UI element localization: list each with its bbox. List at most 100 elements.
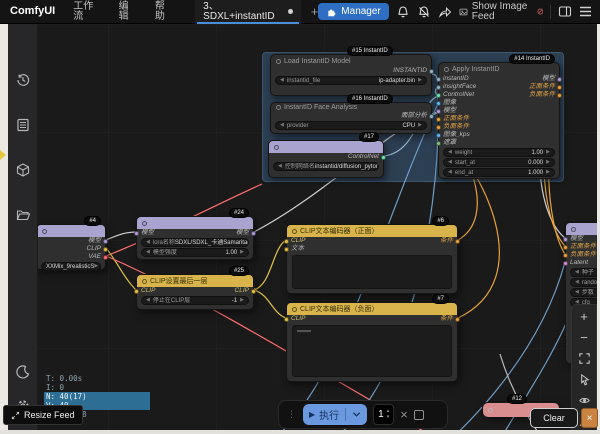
widget-decrement-icon[interactable]: ◀ xyxy=(146,250,150,255)
output-slot[interactable]: 正面条件 xyxy=(529,84,555,91)
node-title[interactable]: CLIP设置最后一层 xyxy=(137,275,253,287)
input-slot[interactable]: 遮罩 xyxy=(443,140,456,147)
collapse-dot-icon[interactable] xyxy=(444,67,449,72)
input-slot[interactable]: 模型 xyxy=(570,236,583,243)
slot-dot[interactable] xyxy=(429,114,434,119)
output-slot[interactable]: 模型 xyxy=(88,238,101,245)
slot-dot[interactable] xyxy=(436,117,441,122)
output-slot[interactable]: ControlNet xyxy=(348,154,379,161)
widget-decrement-icon[interactable]: ◀ xyxy=(146,240,150,245)
toggle-panel-button[interactable] xyxy=(558,5,572,18)
weight-widget[interactable]: ◀weight1.00▶ xyxy=(443,148,555,157)
input-slot[interactable]: CLIP xyxy=(141,288,155,295)
input-slot[interactable]: 负面条件 xyxy=(570,252,596,259)
slot-dot[interactable] xyxy=(436,93,441,98)
input-slot[interactable]: 负面条件 xyxy=(443,124,469,131)
collapse-dot-icon[interactable] xyxy=(488,408,493,413)
input-slot[interactable]: 图像_kps xyxy=(443,132,470,139)
slot-dot[interactable] xyxy=(134,231,139,236)
slot-dot[interactable] xyxy=(103,247,108,252)
slot-dot[interactable] xyxy=(436,125,441,130)
show-image-feed-toggle[interactable]: Show Image Feed xyxy=(459,2,543,22)
notification-mute-button[interactable] xyxy=(417,5,431,19)
output-slot[interactable]: VAE xyxy=(88,254,101,261)
input-slot[interactable]: Latent xyxy=(570,260,588,267)
collapse-dot-icon[interactable] xyxy=(292,229,297,234)
new-workflow-tab-button[interactable]: + xyxy=(311,5,319,18)
node-instantid-face-analysis[interactable]: #16 InstantID InstantID Face Analysis 面部… xyxy=(270,102,432,134)
output-slot[interactable]: 面部分析 xyxy=(401,113,427,120)
slot-dot[interactable] xyxy=(436,141,441,146)
workflow-tab[interactable]: 3、SDXL+instantID xyxy=(195,0,301,24)
output-slot[interactable]: CLIP xyxy=(235,288,249,295)
slot-dot[interactable] xyxy=(557,85,562,90)
widget-decrement-icon[interactable]: ◀ xyxy=(146,298,150,303)
widget-increment-icon[interactable]: ▶ xyxy=(240,250,244,255)
end-at-widget[interactable]: ◀end_at1.000▶ xyxy=(443,168,555,177)
node-title[interactable] xyxy=(269,141,383,153)
output-slot[interactable]: 条件 xyxy=(440,316,453,323)
widget-increment-icon[interactable]: ▶ xyxy=(418,78,422,83)
output-slot[interactable]: CLIP xyxy=(87,246,101,253)
theme-toggle-moon-icon[interactable] xyxy=(15,364,31,380)
slot-dot[interactable] xyxy=(103,255,108,260)
widget-decrement-icon[interactable]: ◀ xyxy=(575,290,579,295)
input-slot[interactable]: CLIP xyxy=(291,238,305,245)
slot-dot[interactable] xyxy=(455,239,460,244)
widget-decrement-icon[interactable]: ◀ xyxy=(575,270,579,275)
widget-increment-icon[interactable]: ▶ xyxy=(418,123,422,128)
widget-decrement-icon[interactable]: ◀ xyxy=(448,170,452,175)
widget-increment-icon[interactable]: ▶ xyxy=(240,298,244,303)
slot-dot[interactable] xyxy=(103,239,108,244)
widget-decrement-icon[interactable]: ◀ xyxy=(280,123,284,128)
cancel-queue-button[interactable]: × xyxy=(400,407,408,422)
input-slot[interactable]: 图像 xyxy=(443,100,456,107)
slot-dot[interactable] xyxy=(429,69,434,74)
slot-dot[interactable] xyxy=(436,101,441,106)
node-load-checkpoint[interactable]: #4 模型 CLIP VAE XXMix_9realisticS▶ xyxy=(36,224,106,270)
slot-dot[interactable] xyxy=(284,317,289,322)
node-load-instantid-model[interactable]: #15 InstantID Load InstantID Model INSTA… xyxy=(270,54,432,96)
collapse-dot-icon[interactable] xyxy=(274,145,279,150)
close-feed-button[interactable]: × xyxy=(581,408,598,428)
instantid-file-widget[interactable]: ◀instantid_fileip-adapter.bin▶ xyxy=(275,76,427,85)
drag-handle-icon[interactable]: ⋮ xyxy=(287,410,297,419)
slot-dot[interactable] xyxy=(563,245,568,250)
collapse-dot-icon[interactable] xyxy=(292,307,297,312)
widget-decrement-icon[interactable]: ◀ xyxy=(575,280,579,285)
node-title[interactable]: CLIP文本编码器（负面） xyxy=(287,303,457,315)
input-slot[interactable]: 文本 xyxy=(291,246,304,253)
output-slot[interactable]: 条件 xyxy=(440,238,453,245)
output-slot[interactable]: 模型 xyxy=(236,230,249,237)
lora-strength-widget[interactable]: ◀模型强度1.00▶ xyxy=(141,248,249,257)
slot-dot[interactable] xyxy=(436,133,441,138)
node-clip-text-encode-positive[interactable]: #6 CLIP文本编码器（正面） CLIP 条件 文本 xyxy=(286,224,458,294)
batch-count-stepper[interactable]: 1 ▴▾ xyxy=(373,404,394,425)
select-mode-button[interactable] xyxy=(575,371,593,388)
prompt-textarea[interactable] xyxy=(292,325,452,377)
widget-increment-icon[interactable]: ▶ xyxy=(94,264,98,269)
collapse-dot-icon[interactable] xyxy=(142,221,147,226)
node-title[interactable]: InstantID Face Analysis xyxy=(271,103,431,112)
slot-dot[interactable] xyxy=(557,93,562,98)
slot-dot[interactable] xyxy=(436,109,441,114)
slot-dot[interactable] xyxy=(563,237,568,242)
collapse-dot-icon[interactable] xyxy=(276,105,281,110)
node-load-controlnet[interactable]: #17 ControlNet ◀控制网络名instantid/diffusion… xyxy=(268,140,384,178)
run-button[interactable]: ▶ 执行 xyxy=(303,404,367,425)
widget-increment-icon[interactable]: ▶ xyxy=(546,160,550,165)
input-slot[interactable]: 模型 xyxy=(141,230,154,237)
node-library-icon[interactable] xyxy=(15,117,31,133)
notification-bell-button[interactable] xyxy=(396,5,410,19)
output-slot[interactable]: INSTANTID xyxy=(393,68,427,75)
menu-help[interactable]: 帮助 xyxy=(155,2,173,22)
node-title[interactable]: Load InstantID Model xyxy=(271,55,431,67)
widget-decrement-icon[interactable]: ◀ xyxy=(448,160,452,165)
slot-dot[interactable] xyxy=(563,261,568,266)
prompt-textarea[interactable] xyxy=(292,255,452,289)
slot-dot[interactable] xyxy=(563,253,568,258)
clear-button[interactable]: Clear xyxy=(530,408,578,428)
steps-widget[interactable]: ◀步数 xyxy=(570,288,600,297)
control-after-generate-widget[interactable]: ◀random_a xyxy=(570,278,600,287)
widget-increment-icon[interactable]: ▶ xyxy=(546,150,550,155)
